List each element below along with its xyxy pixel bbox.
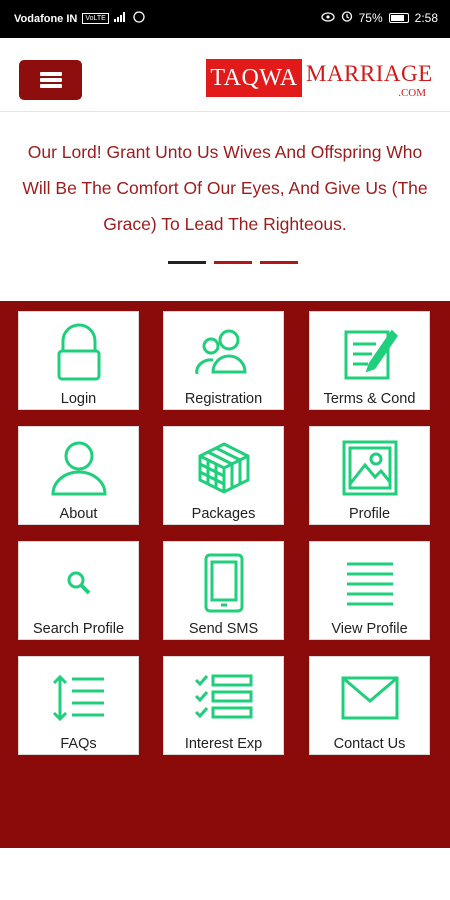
verse-text: Our Lord! Grant Unto Us Wives And Offspr… — [22, 142, 428, 234]
checklist-icon — [164, 663, 283, 733]
volte-badge: VoLTE — [82, 13, 109, 24]
tile-label: Interest Exp — [184, 736, 263, 752]
eye-icon — [320, 11, 335, 25]
hamburger-menu-icon — [39, 72, 62, 88]
app-header: TAQWA MARRIAGE .COM — [0, 38, 450, 112]
whatsapp-icon — [133, 11, 145, 26]
tile-label: Terms & Cond — [323, 391, 416, 407]
carousel-dot[interactable] — [260, 261, 298, 264]
tile-label: Search Profile — [32, 621, 125, 637]
tile-search-profile[interactable]: Search Profile — [18, 541, 139, 640]
edit-document-icon — [310, 318, 429, 388]
cube-icon — [164, 433, 283, 503]
tile-label: About — [59, 506, 98, 522]
lock-icon — [19, 318, 138, 388]
carrier-name: Vodafone IN — [14, 12, 78, 25]
vertical-arrows-list-icon — [19, 663, 138, 733]
tile-about[interactable]: About — [18, 426, 139, 525]
clock-time: 2:58 — [414, 10, 438, 25]
menu-grid: Login Registration Terms & Cond About Pa… — [0, 301, 450, 848]
image-icon — [310, 433, 429, 503]
tile-packages[interactable]: Packages — [163, 426, 284, 525]
list-lines-icon — [310, 548, 429, 618]
tile-label: Send SMS — [188, 621, 259, 637]
tile-label: View Profile — [331, 621, 408, 637]
logo[interactable]: TAQWA MARRIAGE .COM — [206, 57, 434, 103]
battery-icon — [388, 12, 409, 23]
tile-contact-us[interactable]: Contact Us — [309, 656, 430, 755]
logo-dotcom: .COM — [398, 87, 426, 99]
envelope-icon — [310, 663, 429, 733]
tile-terms[interactable]: Terms & Cond — [309, 311, 430, 410]
tile-registration[interactable]: Registration — [163, 311, 284, 410]
tile-label: Registration — [184, 391, 263, 407]
battery-percent: 75% — [358, 10, 383, 25]
tile-label: Contact Us — [333, 736, 406, 752]
tile-label: Profile — [348, 506, 391, 522]
signal-icon — [113, 12, 128, 25]
menu-button[interactable] — [19, 60, 82, 100]
carousel-dot[interactable] — [214, 261, 252, 264]
tile-label: FAQs — [60, 736, 97, 752]
user-icon — [19, 433, 138, 503]
carousel-indicators — [168, 261, 298, 264]
mobile-icon — [164, 548, 283, 618]
tile-interest-exp[interactable]: Interest Exp — [163, 656, 284, 755]
users-icon — [164, 318, 283, 388]
tile-profile[interactable]: Profile — [309, 426, 430, 525]
logo-taqwa: TAQWA — [206, 59, 302, 97]
tile-faqs[interactable]: FAQs — [18, 656, 139, 755]
bottom-bar — [0, 848, 450, 900]
alarm-icon — [341, 10, 353, 25]
tile-send-sms[interactable]: Send SMS — [163, 541, 284, 640]
tile-label: Packages — [191, 506, 256, 522]
tile-view-profile[interactable]: View Profile — [309, 541, 430, 640]
status-bar: Vodafone IN VoLTE 75% 2:58 — [0, 0, 450, 38]
search-icon — [19, 548, 138, 618]
carousel-dot[interactable] — [168, 261, 206, 264]
logo-marriage: MARRIAGE — [306, 61, 433, 86]
tile-login[interactable]: Login — [18, 311, 139, 410]
tile-label: Login — [60, 391, 97, 407]
